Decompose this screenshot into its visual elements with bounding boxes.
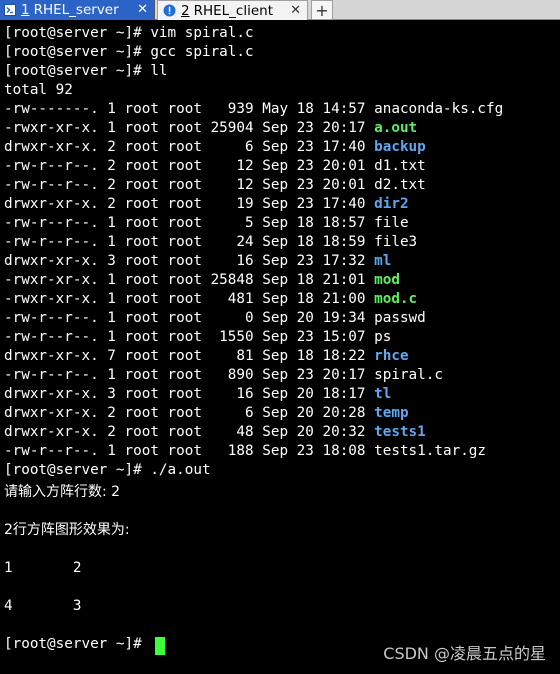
file-info: -rwxr-xr-x. 1 root root 481 Sep 18 21:00: [4, 291, 375, 307]
listing-row: drwxr-xr-x. 2 root root 6 Sep 20 20:28 t…: [4, 404, 409, 423]
terminal-line: [root@server ~]# ll: [4, 63, 168, 79]
tab-number: 2: [181, 2, 190, 19]
listing-row: -rw-r--r--. 1 root root 24 Sep 18 18:59 …: [4, 233, 417, 252]
listing-row: drwxr-xr-x. 3 root root 16 Sep 20 18:17 …: [4, 385, 391, 404]
listing-row: drwxr-xr-x. 3 root root 16 Sep 23 17:32 …: [4, 252, 391, 271]
shell-prompt: [root@server ~]#: [4, 636, 151, 652]
listing-row: -rw-r--r--. 1 root root 5 Sep 18 18:57 f…: [4, 214, 409, 233]
file-info: -rw-r--r--. 1 root root 5 Sep 18 18:57: [4, 215, 375, 231]
file-name: anaconda-ks.cfg: [374, 101, 504, 117]
tab-bar: 1 RHEL_server ✕ 2 RHEL_client ✕ +: [0, 0, 560, 20]
terminal-icon: [4, 4, 16, 16]
file-name: d1.txt: [374, 158, 426, 174]
matrix-row: 1 2: [4, 560, 82, 576]
file-info: drwxr-xr-x. 7 root root 81 Sep 18 18:22: [4, 348, 375, 364]
file-name: spiral.c: [374, 367, 443, 383]
tab-rhel-client[interactable]: 2 RHEL_client ✕: [157, 0, 308, 20]
tab-title: RHEL_server: [33, 2, 119, 18]
listing-row: -rw-r--r--. 1 root root 0 Sep 20 19:34 p…: [4, 309, 426, 328]
file-name: tl: [374, 386, 392, 402]
file-info: -rw-r--r--. 1 root root 1550 Sep 23 15:0…: [4, 329, 375, 345]
listing-row: drwxr-xr-x. 2 root root 6 Sep 23 17:40 b…: [4, 138, 426, 157]
file-info: -rw-r--r--. 2 root root 12 Sep 23 20:01: [4, 177, 375, 193]
file-info: -rw-r--r--. 1 root root 24 Sep 18 18:59: [4, 234, 375, 250]
new-tab-button[interactable]: +: [311, 0, 333, 20]
file-name: file3: [374, 234, 418, 250]
file-name: a.out: [374, 120, 418, 136]
file-info: -rw-------. 1 root root 939 May 18 14:57: [4, 101, 375, 117]
file-name: mod: [374, 272, 400, 288]
terminal-line: [root@server ~]# ./a.out: [4, 462, 211, 478]
file-name: d2.txt: [374, 177, 426, 193]
terminal-line: total 92: [4, 82, 73, 98]
result-heading: 2行方阵图形效果为:: [4, 522, 130, 538]
file-name: temp: [374, 405, 409, 421]
listing-row: -rwxr-xr-x. 1 root root 481 Sep 18 21:00…: [4, 290, 417, 309]
file-name: backup: [374, 139, 426, 155]
listing-row: -rwxr-xr-x. 1 root root 25904 Sep 23 20:…: [4, 119, 417, 138]
file-name: passwd: [374, 310, 426, 326]
file-info: -rw-r--r--. 1 root root 0 Sep 20 19:34: [4, 310, 375, 326]
listing-row: -rw-r--r--. 2 root root 12 Sep 23 20:01 …: [4, 176, 426, 195]
tab-number: 1: [21, 2, 30, 18]
close-icon[interactable]: ✕: [290, 3, 301, 18]
file-info: drwxr-xr-x. 2 root root 19 Sep 23 17:40: [4, 196, 375, 212]
terminal-line: [root@server ~]# vim spiral.c: [4, 25, 254, 41]
file-name: dir2: [374, 196, 409, 212]
file-name: ml: [374, 253, 392, 269]
listing-row: drwxr-xr-x. 7 root root 81 Sep 18 18:22 …: [4, 347, 409, 366]
file-info: -rwxr-xr-x. 1 root root 25904 Sep 23 20:…: [4, 120, 375, 136]
file-info: -rw-r--r--. 2 root root 12 Sep 23 20:01: [4, 158, 375, 174]
file-info: drwxr-xr-x. 2 root root 6 Sep 20 20:28: [4, 405, 375, 421]
file-name: tests1: [374, 424, 426, 440]
file-info: drwxr-xr-x. 2 root root 6 Sep 23 17:40: [4, 139, 375, 155]
text-cursor: [155, 637, 165, 655]
matrix-row: 4 3: [4, 598, 82, 614]
tab-title: RHEL_client: [193, 2, 274, 19]
program-prompt: 请输入方阵行数: 2: [4, 484, 121, 500]
listing-row: -rw-r--r--. 1 root root 188 Sep 23 18:08…: [4, 442, 486, 461]
file-name: mod.c: [374, 291, 418, 307]
tab-rhel-server[interactable]: 1 RHEL_server ✕: [0, 0, 155, 20]
listing-row: -rwxr-xr-x. 1 root root 25848 Sep 18 21:…: [4, 271, 400, 290]
file-info: -rw-r--r--. 1 root root 890 Sep 23 20:17: [4, 367, 375, 383]
file-info: -rw-r--r--. 1 root root 188 Sep 23 18:08: [4, 443, 375, 459]
listing-row: -rw-r--r--. 2 root root 12 Sep 23 20:01 …: [4, 157, 426, 176]
file-info: drwxr-xr-x. 2 root root 48 Sep 20 20:32: [4, 424, 375, 440]
close-icon[interactable]: ✕: [137, 2, 148, 17]
terminal-output[interactable]: [root@server ~]# vim spiral.c [root@serv…: [0, 21, 560, 674]
file-info: drwxr-xr-x. 3 root root 16 Sep 23 17:32: [4, 253, 375, 269]
file-name: ps: [374, 329, 392, 345]
listing-row: -rw-r--r--. 1 root root 890 Sep 23 20:17…: [4, 366, 443, 385]
alert-icon: [163, 4, 176, 17]
file-name: file: [374, 215, 409, 231]
listing-row: drwxr-xr-x. 2 root root 48 Sep 20 20:32 …: [4, 423, 426, 442]
file-name: tests1.tar.gz: [374, 443, 487, 459]
watermark: CSDN @凌晨五点的星: [383, 644, 546, 663]
file-info: -rwxr-xr-x. 1 root root 25848 Sep 18 21:…: [4, 272, 375, 288]
listing-row: -rw-r--r--. 1 root root 1550 Sep 23 15:0…: [4, 328, 391, 347]
listing-row: drwxr-xr-x. 2 root root 19 Sep 23 17:40 …: [4, 195, 409, 214]
terminal-line: [root@server ~]# gcc spiral.c: [4, 44, 254, 60]
listing-row: -rw-------. 1 root root 939 May 18 14:57…: [4, 100, 503, 119]
file-info: drwxr-xr-x. 3 root root 16 Sep 20 18:17: [4, 386, 375, 402]
file-name: rhce: [374, 348, 409, 364]
